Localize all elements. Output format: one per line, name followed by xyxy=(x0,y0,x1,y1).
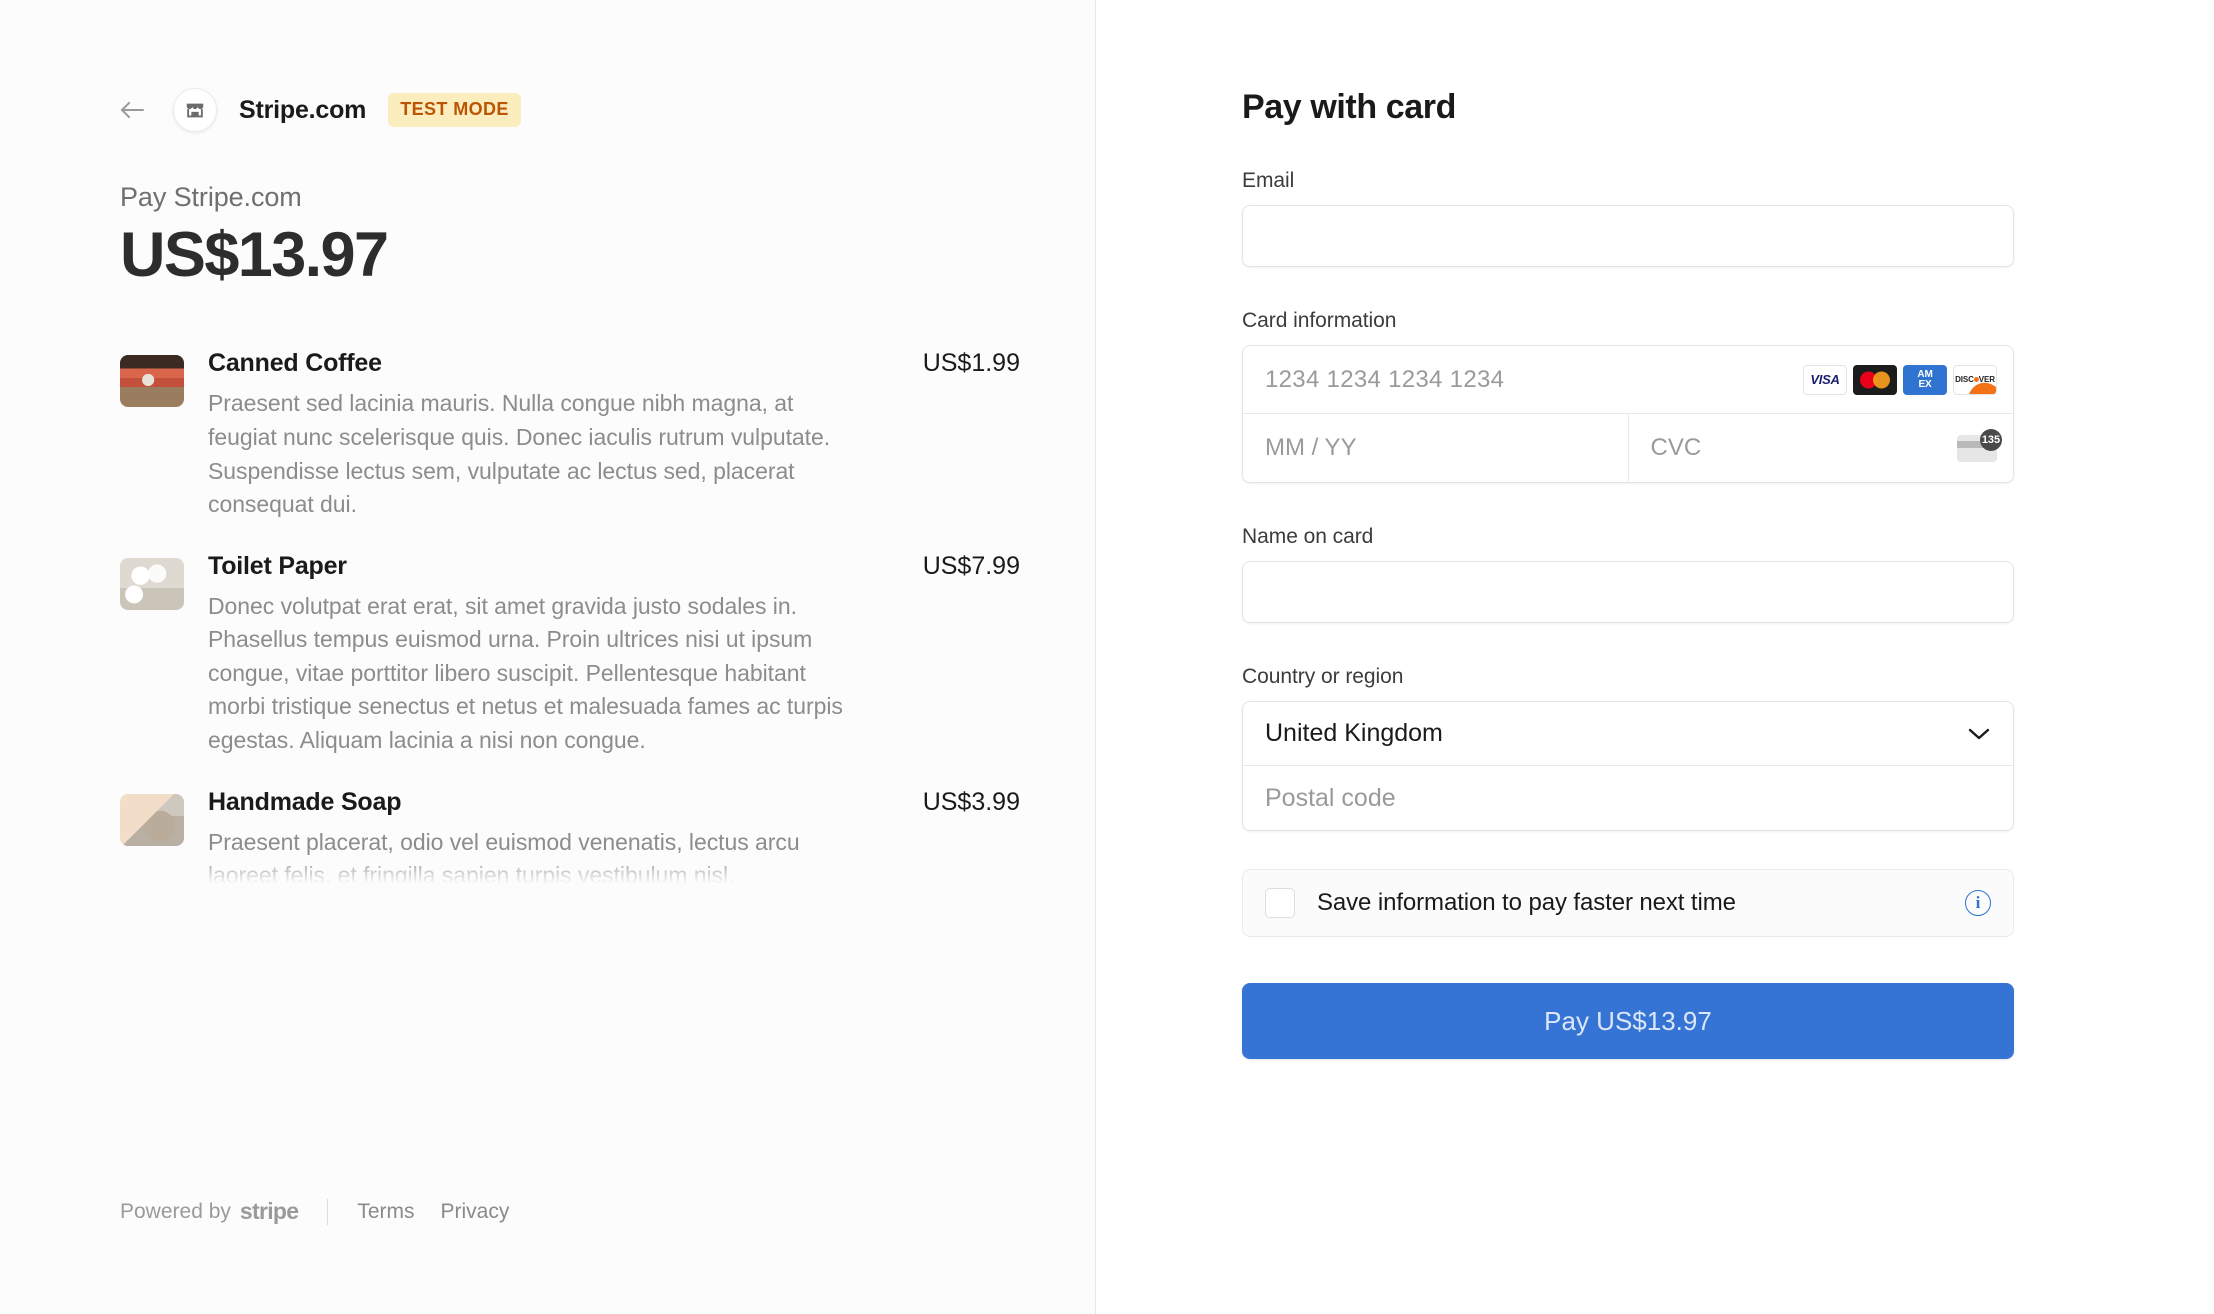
amex-icon: AM EX xyxy=(1903,364,1947,395)
cvc-hint-icon: 135 xyxy=(1957,428,2002,462)
country-group: Country or region United Kingdom Postal … xyxy=(1242,665,2014,831)
email-field[interactable] xyxy=(1242,205,2014,267)
item-description: Praesent placerat, odio vel euismod vene… xyxy=(208,828,800,889)
merchant-header: Stripe.com TEST MODE xyxy=(120,88,1020,132)
card-number-input[interactable]: 1234 1234 1234 1234 VISA AM EX DISC VER xyxy=(1243,346,2013,414)
item-description: Praesent sed lacinia mauris. Nulla congu… xyxy=(208,390,831,518)
pay-button[interactable]: Pay US$13.97 xyxy=(1242,983,2014,1059)
email-label: Email xyxy=(1242,169,1295,192)
powered-by-stripe: Powered by stripe xyxy=(120,1198,299,1225)
save-information-row[interactable]: Save information to pay faster next time… xyxy=(1242,869,2014,937)
amex-label-bottom: EX xyxy=(1918,378,1932,390)
cvc-badge-number: 135 xyxy=(1980,428,2002,451)
item-description: Donec volutpat erat erat, sit amet gravi… xyxy=(208,592,843,754)
visa-icon: VISA xyxy=(1803,364,1847,395)
privacy-link[interactable]: Privacy xyxy=(441,1200,510,1224)
order-summary-panel: Stripe.com TEST MODE Pay Stripe.com US$1… xyxy=(0,0,1096,1314)
country-value: United Kingdom xyxy=(1265,719,1443,747)
back-arrow-icon[interactable] xyxy=(115,93,149,127)
discover-label-a: DISC xyxy=(1955,375,1974,384)
list-item: Handmade Soap US$3.99 Praesent placerat,… xyxy=(120,788,1020,890)
expiry-placeholder: MM / YY xyxy=(1265,434,1357,461)
item-price: US$7.99 xyxy=(922,551,1020,580)
list-item: Canned Coffee US$1.99 Praesent sed lacin… xyxy=(120,349,1020,521)
checkout-page: Stripe.com TEST MODE Pay Stripe.com US$1… xyxy=(0,0,2214,1314)
card-number-placeholder: 1234 1234 1234 1234 xyxy=(1265,365,1505,393)
save-information-checkbox[interactable] xyxy=(1265,888,1295,918)
pay-label: Pay Stripe.com xyxy=(120,182,302,212)
postal-code-input[interactable]: Postal code xyxy=(1243,766,2013,830)
item-price: US$3.99 xyxy=(922,787,1020,816)
save-information-label: Save information to pay faster next time xyxy=(1317,889,1736,916)
postal-code-placeholder: Postal code xyxy=(1265,783,1396,812)
pay-amount: US$13.97 xyxy=(120,220,389,290)
visa-label: VISA xyxy=(1810,372,1840,387)
item-name: Handmade Soap xyxy=(208,787,402,816)
card-cvc-input[interactable]: CVC 135 xyxy=(1627,414,2014,482)
info-circle-icon[interactable]: i xyxy=(1965,890,1991,916)
powered-by-label: Powered by xyxy=(120,1199,231,1223)
line-items-list: Canned Coffee US$1.99 Praesent sed lacin… xyxy=(120,349,1020,890)
cvc-placeholder: CVC xyxy=(1650,434,1702,461)
name-on-card-label: Name on card xyxy=(1242,525,1374,548)
merchant-name: Stripe.com xyxy=(239,95,367,124)
canned-coffee-thumbnail xyxy=(120,355,184,408)
discover-label-b: VER xyxy=(1978,375,1995,384)
name-on-card-field[interactable] xyxy=(1242,561,2014,623)
page-title: Pay with card xyxy=(1242,88,1456,126)
stripe-wordmark: stripe xyxy=(239,1198,299,1224)
payment-form-panel: Pay with card Email Card information 123… xyxy=(1096,0,2214,1314)
list-item: Toilet Paper US$7.99 Donec volutpat erat… xyxy=(120,552,1020,758)
item-price: US$1.99 xyxy=(922,349,1020,378)
footer: Powered by stripe Terms Privacy xyxy=(120,1198,535,1225)
country-select[interactable]: United Kingdom xyxy=(1243,702,2013,766)
country-label: Country or region xyxy=(1242,665,1404,688)
card-information-group: Card information 1234 1234 1234 1234 VIS… xyxy=(1242,309,2014,483)
chevron-down-icon xyxy=(1967,719,1991,748)
status-badge: TEST MODE xyxy=(388,93,521,127)
discover-icon: DISC VER xyxy=(1953,364,1997,395)
name-on-card-group: Name on card xyxy=(1242,525,2014,623)
terms-link[interactable]: Terms xyxy=(357,1200,414,1224)
footer-divider xyxy=(327,1198,329,1225)
card-expiry-input[interactable]: MM / YY xyxy=(1243,414,1628,482)
storefront-icon xyxy=(173,88,217,132)
item-name: Toilet Paper xyxy=(208,551,347,580)
item-name: Canned Coffee xyxy=(208,349,382,378)
toilet-paper-thumbnail xyxy=(120,557,184,610)
handmade-soap-thumbnail xyxy=(120,793,184,846)
card-information-label: Card information xyxy=(1242,309,1397,332)
mastercard-icon xyxy=(1853,364,1897,395)
email-field-group: Email xyxy=(1242,169,2014,267)
card-brand-icons: VISA AM EX DISC VER xyxy=(1803,364,1997,395)
